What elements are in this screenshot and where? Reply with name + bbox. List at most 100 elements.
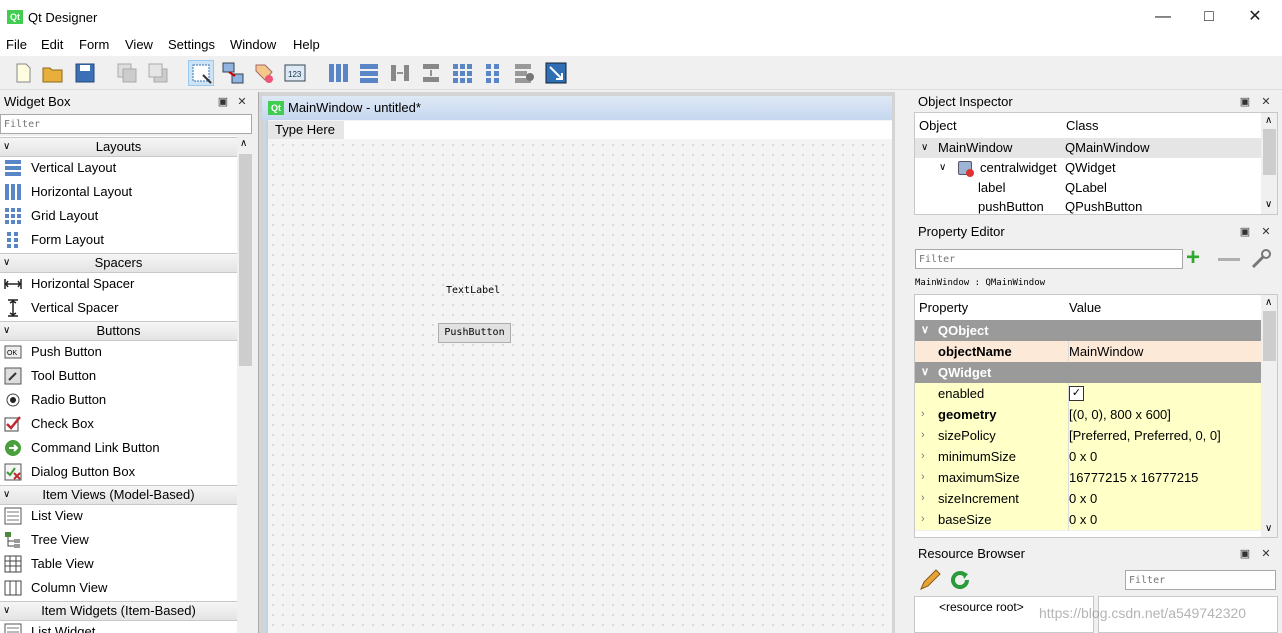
new-icon[interactable] xyxy=(10,60,36,86)
widget-check-box[interactable]: Check Box xyxy=(0,412,237,436)
group-qwidget[interactable]: ∨ QWidget xyxy=(915,362,1261,384)
category-spacers[interactable]: ∨ Spacers xyxy=(0,253,237,273)
float-icon[interactable]: ▣ xyxy=(216,95,230,109)
lay-out-horizontal-splitter-icon[interactable] xyxy=(387,60,413,86)
lay-out-vertically-icon[interactable] xyxy=(356,60,382,86)
chevron-right-icon[interactable]: › xyxy=(921,404,925,425)
tree-row-mainwindow[interactable]: ∨ MainWindow QMainWindow xyxy=(915,138,1261,158)
maximize-icon[interactable]: □ xyxy=(1189,4,1229,30)
adjust-size-icon[interactable] xyxy=(543,60,569,86)
float-icon[interactable]: ▣ xyxy=(1238,95,1252,109)
resource-root-item[interactable]: <resource root> xyxy=(939,600,1024,614)
close-icon[interactable]: ✕ xyxy=(1259,95,1273,109)
column-header-object[interactable]: Object xyxy=(915,113,1067,140)
property-row-sizeincrement[interactable]: › sizeIncrement 0 x 0 xyxy=(915,488,1261,510)
category-buttons[interactable]: ∨ Buttons xyxy=(0,321,237,341)
edit-signals-slots-icon[interactable] xyxy=(220,60,246,86)
widget-horizontal-spacer[interactable]: Horizontal Spacer xyxy=(0,272,237,296)
property-editor-scrollbar[interactable]: ∧ ∨ xyxy=(1261,295,1277,537)
send-to-back-icon[interactable] xyxy=(114,60,140,86)
float-icon[interactable]: ▣ xyxy=(1238,547,1252,561)
widget-grid-layout[interactable]: Grid Layout xyxy=(0,204,237,228)
widget-box-filter-input[interactable] xyxy=(0,114,252,134)
chevron-right-icon[interactable]: › xyxy=(921,446,925,467)
edit-tab-order-icon[interactable]: 123 xyxy=(282,60,308,86)
property-row-enabled[interactable]: enabled ✓ xyxy=(915,383,1261,405)
category-layouts[interactable]: ∨ Layouts xyxy=(0,137,237,157)
add-dynamic-property-icon[interactable]: + xyxy=(1186,246,1208,270)
open-icon[interactable] xyxy=(40,60,66,86)
category-item-views[interactable]: ∨ Item Views (Model-Based) xyxy=(0,485,237,505)
close-icon[interactable]: ✕ xyxy=(235,95,249,109)
scroll-up-icon[interactable]: ∧ xyxy=(240,138,247,149)
column-header-class[interactable]: Class xyxy=(1062,113,1267,140)
lay-out-horizontally-icon[interactable] xyxy=(325,60,351,86)
widget-tree-view[interactable]: Tree View xyxy=(0,528,237,552)
save-icon[interactable] xyxy=(72,60,98,86)
scrollbar-thumb[interactable] xyxy=(239,154,252,366)
widget-radio-button[interactable]: Radio Button xyxy=(0,388,237,412)
scrollbar-thumb[interactable] xyxy=(1263,129,1276,175)
edit-buddies-icon[interactable] xyxy=(251,60,277,86)
property-row-basesize[interactable]: › baseSize 0 x 0 xyxy=(915,509,1261,531)
menu-window[interactable]: Window xyxy=(230,37,276,52)
widget-form-layout[interactable]: Form Layout xyxy=(0,228,237,252)
widget-table-view[interactable]: Table View xyxy=(0,552,237,576)
widget-vertical-spacer[interactable]: Vertical Spacer xyxy=(0,296,237,320)
scrollbar-thumb[interactable] xyxy=(1263,311,1276,361)
column-header-property[interactable]: Property xyxy=(915,295,1070,322)
scroll-down-icon[interactable]: ∨ xyxy=(1265,199,1272,210)
widget-vertical-layout[interactable]: Vertical Layout xyxy=(0,156,237,180)
lay-out-vertical-splitter-icon[interactable] xyxy=(418,60,444,86)
form-canvas[interactable] xyxy=(266,120,892,633)
remove-dynamic-property-icon[interactable] xyxy=(1218,258,1240,261)
menu-file[interactable]: File xyxy=(6,37,27,52)
widget-command-link-button[interactable]: Command Link Button xyxy=(0,436,237,460)
reload-icon[interactable] xyxy=(948,568,972,592)
category-item-widgets[interactable]: ∨ Item Widgets (Item-Based) xyxy=(0,601,237,621)
object-inspector-scrollbar[interactable]: ∧ ∨ xyxy=(1261,113,1277,214)
enabled-checkbox[interactable]: ✓ xyxy=(1069,386,1084,401)
widget-push-button[interactable]: OK Push Button xyxy=(0,340,237,364)
group-qobject[interactable]: ∨ QObject xyxy=(915,320,1261,342)
minimize-icon[interactable]: — xyxy=(1143,4,1183,30)
form-push-button[interactable]: PushButton xyxy=(438,323,511,343)
form-text-label[interactable]: TextLabel xyxy=(446,285,500,296)
property-row-geometry[interactable]: › geometry [(0, 0), 800 x 600] xyxy=(915,404,1261,426)
property-row-minimumsize[interactable]: › minimumSize 0 x 0 xyxy=(915,446,1261,468)
chevron-right-icon[interactable]: › xyxy=(921,467,925,488)
scroll-down-icon[interactable]: ∨ xyxy=(1265,523,1272,534)
widget-dialog-button-box[interactable]: Dialog Button Box xyxy=(0,460,237,484)
float-icon[interactable]: ▣ xyxy=(1238,225,1252,239)
chevron-right-icon[interactable]: › xyxy=(921,425,925,446)
scroll-up-icon[interactable]: ∧ xyxy=(1265,115,1272,126)
menu-form[interactable]: Form xyxy=(79,37,109,52)
column-header-value[interactable]: Value xyxy=(1065,295,1266,322)
configure-icon[interactable] xyxy=(1250,248,1272,270)
resource-filter-input[interactable] xyxy=(1125,570,1276,590)
property-row-maximumsize[interactable]: › maximumSize 16777215 x 16777215 xyxy=(915,467,1261,489)
close-icon[interactable]: ✕ xyxy=(1259,547,1273,561)
close-icon[interactable]: ✕ xyxy=(1259,225,1273,239)
edit-resources-icon[interactable] xyxy=(918,568,942,592)
widget-horizontal-layout[interactable]: Horizontal Layout xyxy=(0,180,237,204)
bring-to-front-icon[interactable] xyxy=(145,60,171,86)
edit-widgets-icon[interactable] xyxy=(188,60,214,86)
tree-row-pushbutton[interactable]: pushButton QPushButton xyxy=(915,197,1261,214)
form-window-titlebar[interactable]: Qt MainWindow - untitled* xyxy=(262,96,892,120)
break-layout-icon[interactable] xyxy=(511,60,537,86)
lay-out-form-icon[interactable] xyxy=(480,60,506,86)
lay-out-grid-icon[interactable] xyxy=(449,60,475,86)
widget-list-view[interactable]: List View xyxy=(0,504,237,528)
scroll-up-icon[interactable]: ∧ xyxy=(1265,297,1272,308)
menu-view[interactable]: View xyxy=(125,37,153,52)
widget-tool-button[interactable]: Tool Button xyxy=(0,364,237,388)
menu-settings[interactable]: Settings xyxy=(168,37,215,52)
close-icon[interactable]: ✕ xyxy=(1235,4,1275,30)
property-row-objectname[interactable]: objectName MainWindow xyxy=(915,341,1261,363)
widget-column-view[interactable]: Column View xyxy=(0,576,237,600)
type-here-menu-placeholder[interactable]: Type Here xyxy=(268,121,344,139)
tree-row-centralwidget[interactable]: ∨ centralwidget QWidget xyxy=(915,158,1261,178)
chevron-right-icon[interactable]: › xyxy=(921,509,925,530)
widget-box-scrollbar[interactable]: ∧ xyxy=(237,136,254,633)
